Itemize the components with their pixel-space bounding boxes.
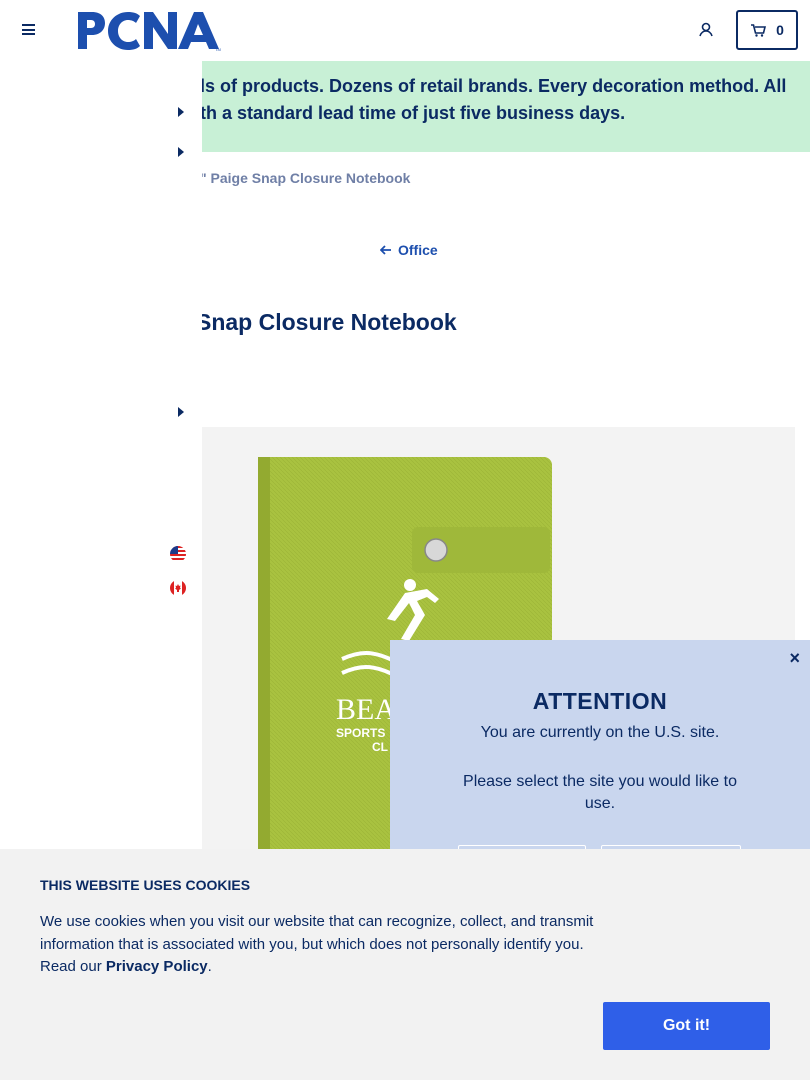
modal-current-site-text: You are currently on the U.S. site. [480, 724, 720, 741]
expand-caret-icon[interactable] [178, 407, 184, 417]
banner-text: ls of products. Dozens of retail brands.… [200, 76, 787, 123]
pcna-logo[interactable]: TM [76, 10, 224, 52]
cart-button[interactable]: 0 [736, 10, 798, 50]
svg-text:TM: TM [215, 47, 221, 52]
account-icon[interactable] [697, 21, 715, 39]
cookie-title: THIS WEBSITE USES COOKIES [40, 877, 251, 893]
close-icon[interactable]: × [789, 648, 800, 669]
canada-flag-icon[interactable] [170, 580, 186, 596]
back-link-label: Office [398, 242, 438, 258]
accept-cookies-button[interactable]: Got it! [603, 1002, 770, 1050]
imprint-text: BEA [336, 693, 396, 726]
imprint-subtext-2: CL [372, 740, 388, 754]
cart-count: 0 [776, 22, 784, 38]
cookie-period: . [207, 958, 212, 975]
nav-drawer [0, 61, 202, 861]
cookie-text: We use cookies when you visit our websit… [40, 911, 600, 979]
breadcrumb-current[interactable]: " Paige Snap Closure Notebook [200, 170, 410, 186]
modal-title: ATTENTION [532, 688, 668, 714]
site-header: TM 0 [0, 0, 810, 61]
imprint-subtext: SPORTS [336, 726, 385, 740]
us-flag-icon[interactable] [170, 546, 186, 562]
product-title: Snap Closure Notebook [196, 309, 457, 335]
back-to-category-link[interactable]: Office [380, 242, 438, 258]
page: TM 0 ls of products. Dozens of retail br… [0, 0, 810, 1080]
expand-caret-icon[interactable] [178, 147, 184, 157]
modal-select-site-text: Please select the site you would like to… [463, 773, 737, 812]
expand-caret-icon[interactable] [178, 107, 184, 117]
arrow-left-icon [380, 245, 391, 255]
site-selector-modal: × ATTENTION You are currently on the U.S… [390, 640, 810, 881]
privacy-policy-link[interactable]: Privacy Policy [106, 958, 208, 975]
menu-icon[interactable] [22, 24, 35, 35]
cookie-banner: THIS WEBSITE USES COOKIES We use cookies… [0, 849, 810, 1080]
cart-icon [751, 24, 767, 37]
